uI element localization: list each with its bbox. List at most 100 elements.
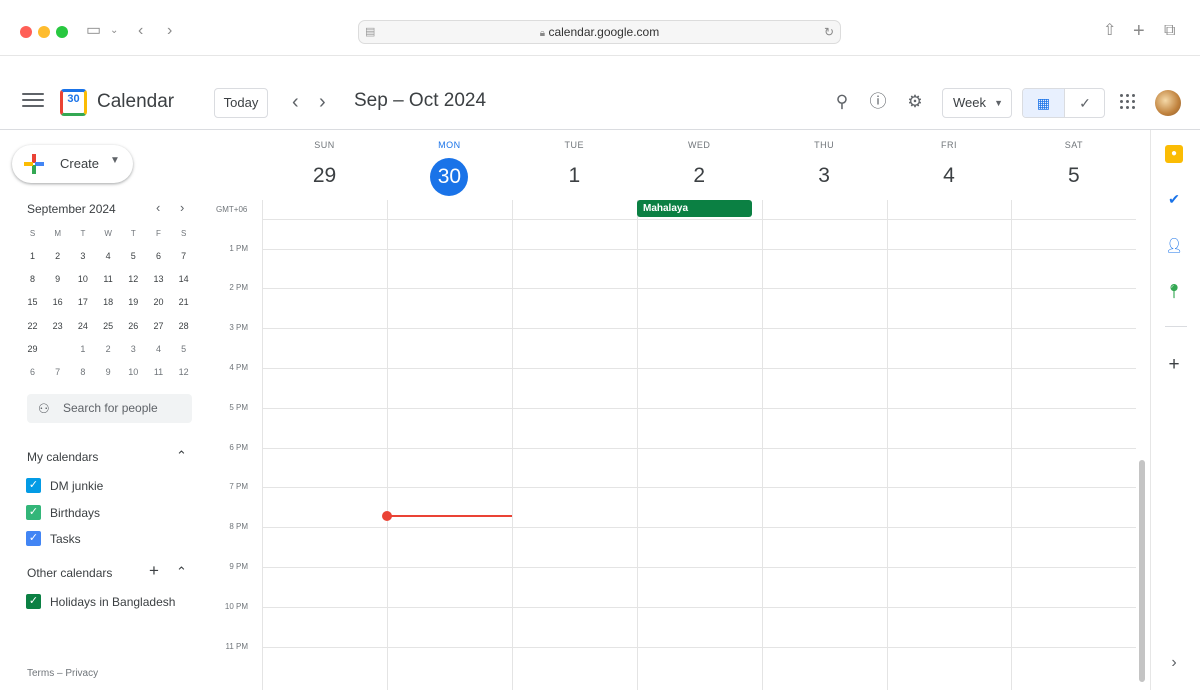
mini-day-cell[interactable]: 1 [70,339,95,359]
checkbox[interactable]: ✓ [26,504,41,520]
mini-day-cell[interactable]: 1 [20,246,45,266]
tasks-icon[interactable]: ✔ [1165,190,1183,208]
mini-day-cell[interactable]: 14 [171,269,196,289]
address-bar[interactable]: ▤ 🔒︎ calendar.google.com ↻ [358,20,841,44]
google-apps-icon[interactable] [1120,94,1136,110]
calendar-view-icon[interactable]: ▦ [1023,89,1064,117]
mini-prev-month-icon[interactable]: ‹ [156,200,160,215]
mini-day-cell[interactable]: 9 [45,269,70,289]
mini-day-cell[interactable]: 23 [45,316,70,336]
day-header[interactable]: SUN 29 [262,140,387,194]
get-addons-icon[interactable]: + [1165,355,1183,374]
create-button[interactable]: Create ▼ [12,145,133,183]
settings-gear-icon[interactable]: ⚙ [905,92,925,112]
mini-day-cell[interactable]: 26 [121,316,146,336]
mini-day-cell[interactable]: 24 [70,316,95,336]
mini-day-cell[interactable]: 18 [96,292,121,312]
day-number[interactable]: 2 [637,158,762,194]
footer-links[interactable]: Terms – Privacy [27,668,98,679]
mini-today-cell[interactable]: 30 [45,337,70,359]
calendar-logo[interactable]: 30 [60,89,87,116]
mini-day-cell[interactable]: 17 [70,292,95,312]
mini-day-cell[interactable]: 6 [20,362,45,382]
minimize-window-button[interactable] [38,26,50,38]
mini-day-cell[interactable]: 19 [121,292,146,312]
day-header[interactable]: SAT 5 [1011,140,1136,194]
tabs-overview-icon[interactable]: ⧉ [1164,21,1175,41]
forward-icon[interactable]: › [167,21,172,41]
mini-day-cell[interactable]: 11 [96,269,121,289]
mini-next-month-icon[interactable]: › [180,200,184,215]
chevron-down-icon[interactable]: ⌄ [110,21,118,41]
mini-day-cell[interactable]: 13 [146,269,171,289]
mini-day-cell[interactable]: 8 [20,269,45,289]
add-calendar-icon[interactable]: + [149,561,159,581]
mini-day-cell[interactable]: 2 [45,246,70,266]
contacts-icon[interactable]: 👤︎ [1165,236,1183,254]
checkbox[interactable]: ✓ [26,594,41,609]
mini-day-cell[interactable]: 8 [70,362,95,382]
main-menu-icon[interactable] [22,93,44,109]
day-header[interactable]: TUE 1 [512,140,637,194]
day-number[interactable]: 1 [512,158,637,194]
mini-day-cell[interactable]: 2 [96,339,121,359]
search-icon[interactable]: ⚲ [832,92,852,112]
mini-day-cell[interactable]: 6 [146,246,171,266]
chevron-up-icon[interactable]: ⌃ [176,564,187,580]
mini-day-cell[interactable]: 16 [45,292,70,312]
reload-icon[interactable]: ↻ [824,21,834,43]
mini-day-cell[interactable]: 7 [45,362,70,382]
my-calendars-title[interactable]: My calendars [27,450,98,464]
day-number[interactable]: 30 [387,158,512,196]
view-select[interactable]: Week ▼ [942,88,1012,118]
tasks-view-icon[interactable]: ✓ [1064,89,1104,117]
mini-day-cell[interactable]: 9 [96,362,121,382]
close-window-button[interactable] [20,26,32,38]
zoom-window-button[interactable] [56,26,68,38]
mini-day-cell[interactable]: 10 [121,362,146,382]
mini-day-cell[interactable]: 29 [20,339,45,359]
share-icon[interactable]: ⇧ [1103,21,1116,41]
checkbox[interactable]: ✓ [26,531,41,546]
day-header[interactable]: MON 30 [387,140,512,196]
today-button[interactable]: Today [214,88,268,118]
mini-day-cell[interactable]: 4 [146,339,171,359]
mini-day-cell[interactable]: 3 [70,246,95,266]
other-calendars-title[interactable]: Other calendars [27,566,112,580]
day-header[interactable]: FRI 4 [887,140,1012,194]
all-day-event[interactable]: Mahalaya [637,200,752,217]
mini-day-cell[interactable]: 7 [171,246,196,266]
mini-day-cell[interactable]: 21 [171,292,196,312]
mini-day-cell[interactable]: 3 [121,339,146,359]
scrollbar[interactable] [1139,460,1145,682]
mini-day-cell[interactable]: 15 [20,292,45,312]
day-header[interactable]: WED 2 [637,140,762,194]
mini-day-cell[interactable]: 28 [171,316,196,336]
mini-day-cell[interactable]: 20 [146,292,171,312]
day-header[interactable]: THU 3 [762,140,887,194]
search-people-input[interactable]: ⚇ Search for people [27,394,192,423]
day-number[interactable]: 5 [1011,158,1136,194]
chevron-up-icon[interactable]: ⌃ [176,448,187,464]
keep-icon[interactable]: ● [1165,145,1183,163]
mini-day-cell[interactable]: 5 [121,246,146,266]
mini-day-cell[interactable]: 12 [171,362,196,382]
mini-day-cell[interactable]: 25 [96,316,121,336]
day-number[interactable]: 29 [262,158,387,194]
mini-day-cell[interactable]: 12 [121,269,146,289]
mini-day-cell[interactable]: 22 [20,316,45,336]
mini-day-cell[interactable]: 11 [146,362,171,382]
next-week-icon[interactable]: › [319,92,326,112]
day-number[interactable]: 4 [887,158,1012,194]
maps-icon[interactable]: 📍︎ [1165,282,1183,300]
account-avatar[interactable] [1155,90,1181,116]
mini-day-cell[interactable]: 5 [171,339,196,359]
previous-week-icon[interactable]: ‹ [292,92,299,112]
back-icon[interactable]: ‹ [138,21,143,41]
expand-panel-icon[interactable]: › [1165,654,1183,672]
day-number[interactable]: 3 [762,158,887,194]
checkbox[interactable]: ✓ [26,478,41,493]
mini-day-cell[interactable]: 10 [70,269,95,289]
help-icon[interactable]: ⓘ [868,92,888,112]
new-tab-icon[interactable]: + [1133,21,1145,41]
